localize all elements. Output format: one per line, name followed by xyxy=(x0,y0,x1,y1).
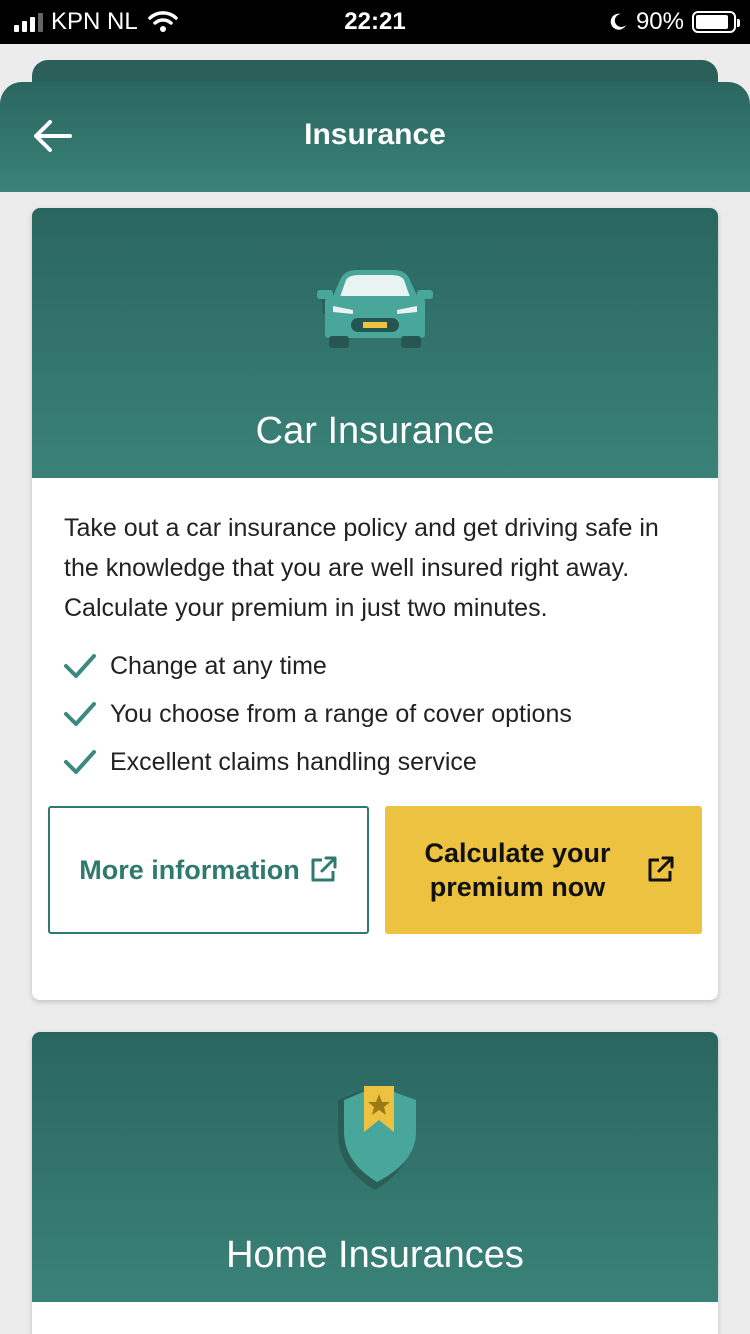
more-information-button[interactable]: More information xyxy=(48,806,369,934)
feature-label: Change at any time xyxy=(110,651,327,680)
navigation-header: Insurance xyxy=(0,82,750,192)
card-title: Home Insurances xyxy=(226,1234,524,1276)
more-information-label: More information xyxy=(79,854,300,885)
card-description: Take out a car insurance policy and get … xyxy=(64,514,659,622)
card-hero: Car Insurance xyxy=(32,208,718,478)
list-item: Change at any time xyxy=(64,642,686,690)
feature-label: Excellent claims handling service xyxy=(110,747,477,776)
battery-percent: 90% xyxy=(635,8,684,35)
battery-icon xyxy=(692,11,740,33)
page-title: Insurance xyxy=(304,118,446,151)
status-bar: KPN NL 22:21 90% xyxy=(0,0,750,44)
card-title: Car Insurance xyxy=(255,410,495,452)
checkmark-icon xyxy=(64,702,96,726)
car-insurance-card: Car Insurance Take out a car insurance p… xyxy=(32,208,718,1000)
moon-icon xyxy=(610,13,626,30)
list-item: You choose from a range of cover options xyxy=(64,690,686,738)
external-link-icon xyxy=(648,856,673,882)
feature-label: You choose from a range of cover options xyxy=(110,699,572,728)
list-item: Excellent claims handling service xyxy=(64,738,686,786)
car-icon xyxy=(317,270,433,348)
checkmark-icon xyxy=(64,750,96,774)
external-link-icon xyxy=(311,856,337,882)
calculate-premium-button[interactable]: Calculate your premium now xyxy=(385,806,702,934)
checkmark-icon xyxy=(64,654,96,678)
calculate-premium-label: Calculate your premium now xyxy=(424,838,611,902)
feature-list: Change at any time You choose from a ran… xyxy=(64,642,686,786)
shield-star-icon xyxy=(338,1086,416,1190)
card-hero: Home Insurances xyxy=(32,1032,718,1302)
home-insurance-card[interactable]: Home Insurances xyxy=(32,1032,718,1334)
